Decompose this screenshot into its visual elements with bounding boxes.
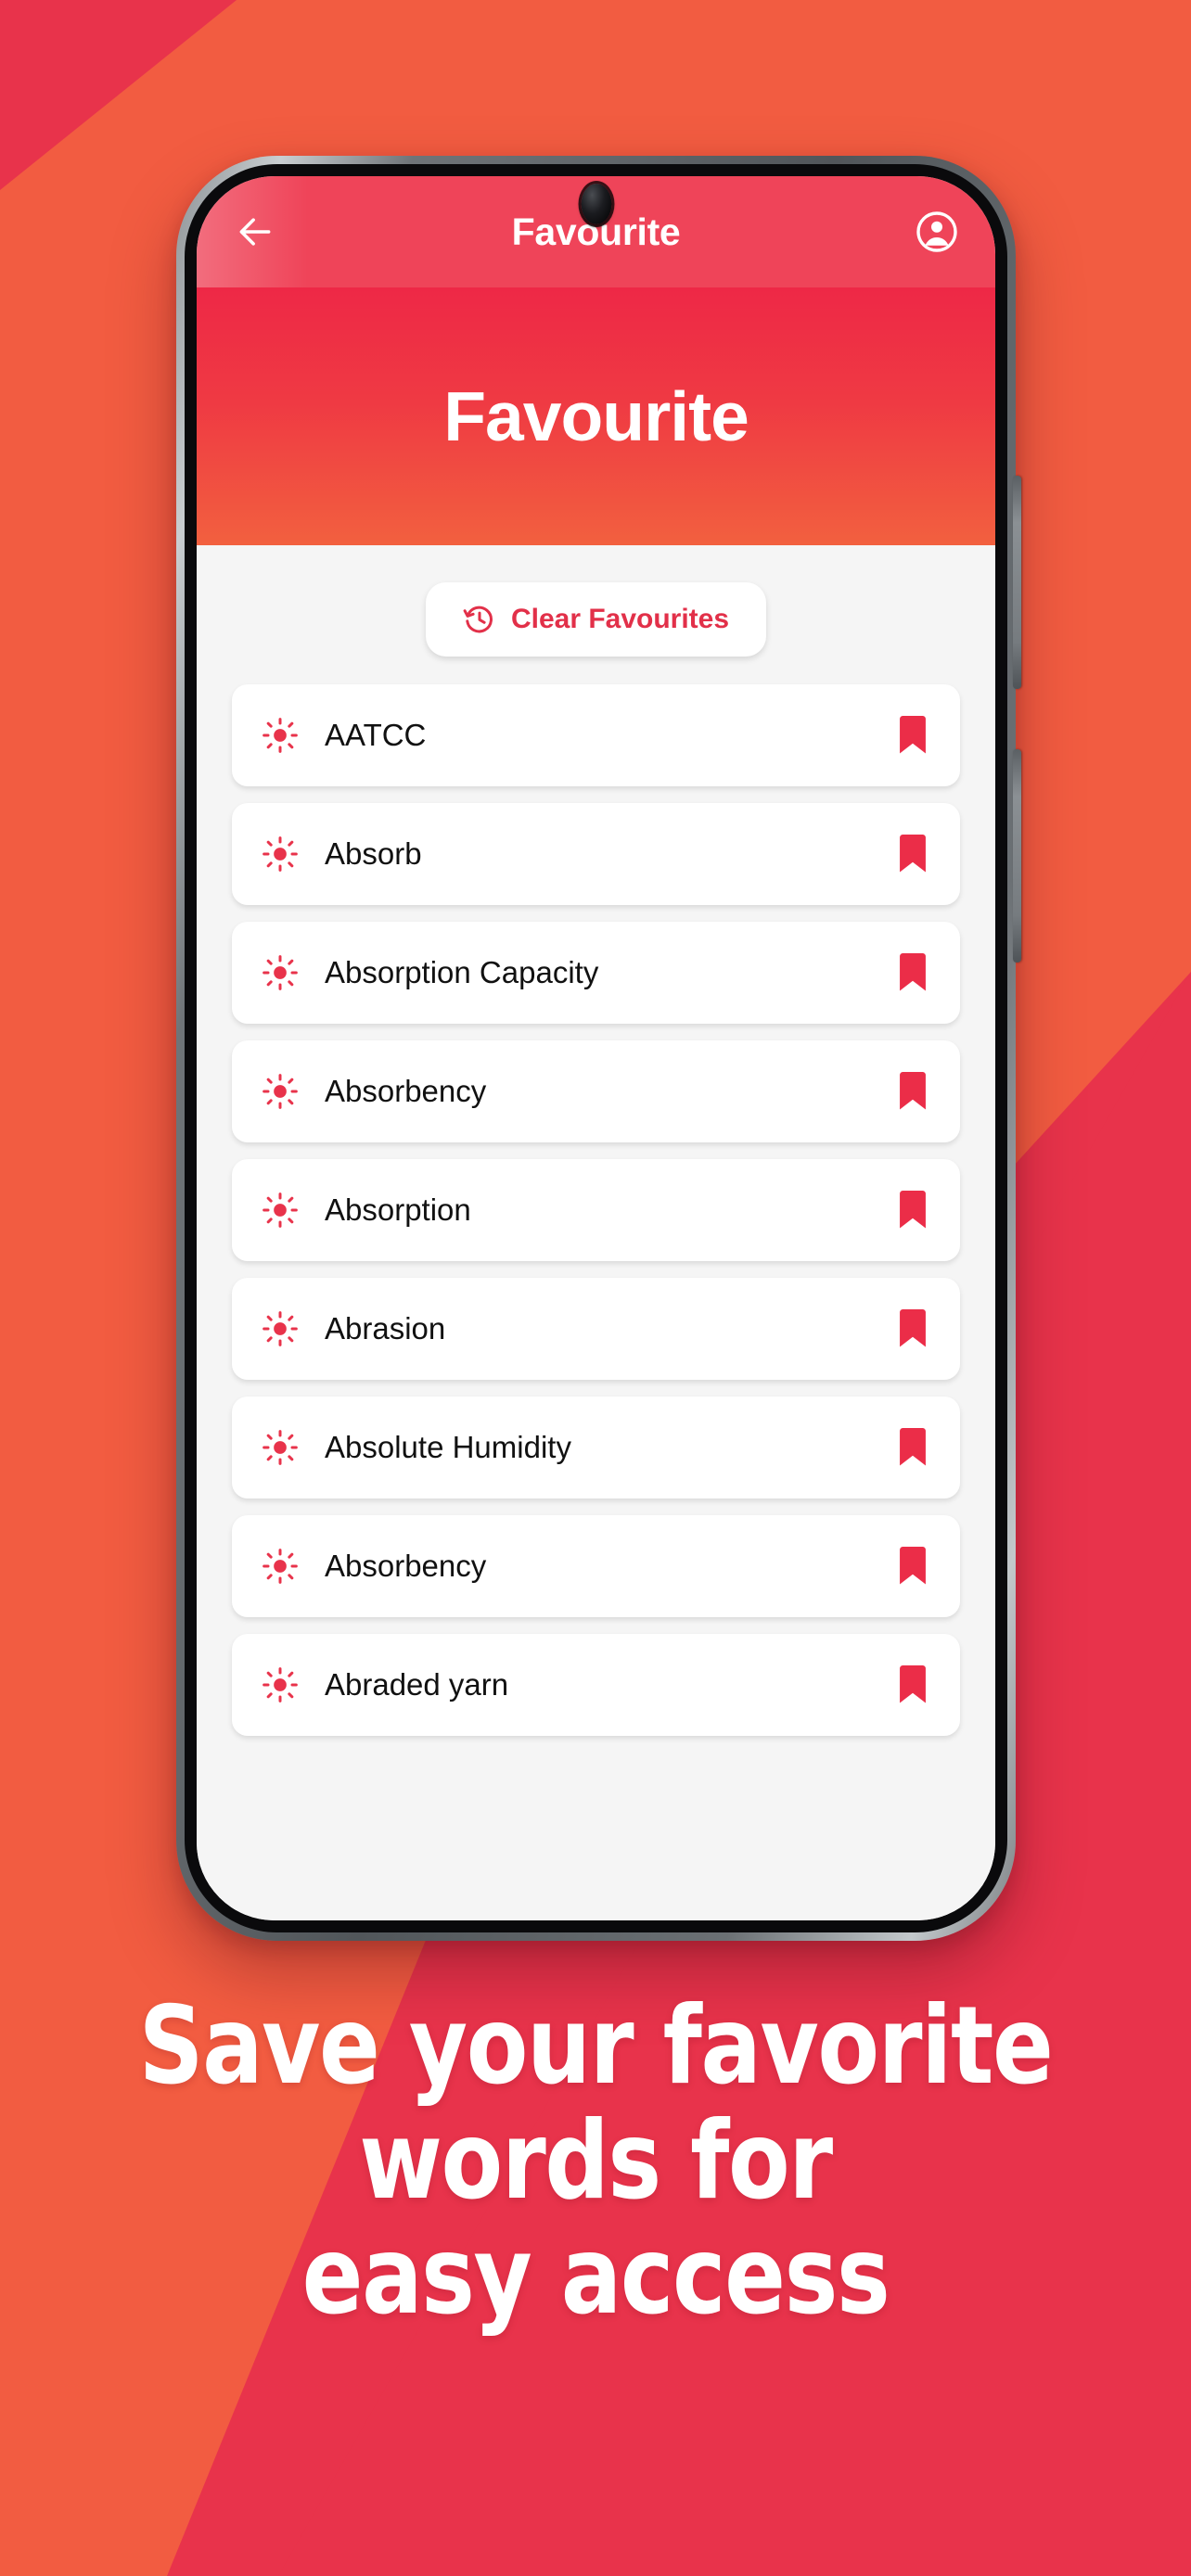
sun-icon <box>262 954 299 991</box>
sun-icon <box>263 836 298 872</box>
sun-icon <box>263 718 298 753</box>
list-item[interactable]: Abrasion <box>232 1278 960 1380</box>
list-item[interactable]: Absorb <box>232 803 960 905</box>
list-item[interactable]: Absolute Humidity <box>232 1396 960 1498</box>
caption-line-1: Save your favorite <box>138 1983 1054 2109</box>
account-button[interactable] <box>910 205 964 259</box>
bookmark-toggle[interactable] <box>895 1664 930 1705</box>
clear-favourites-label: Clear Favourites <box>510 604 730 634</box>
list-item[interactable]: Absorption <box>232 1159 960 1261</box>
list-item-label: Abrasion <box>325 1311 446 1345</box>
sun-icon <box>263 955 298 990</box>
bookmark-filled-icon <box>900 715 926 754</box>
sun-icon <box>263 1549 298 1584</box>
clear-favourites-button[interactable]: Clear Favourites <box>425 582 767 657</box>
sun-icon <box>263 1311 298 1346</box>
sun-icon <box>263 1430 298 1465</box>
bookmark-filled-icon <box>900 1071 926 1110</box>
sun-icon <box>262 1073 299 1110</box>
bookmark-filled-icon <box>900 1190 926 1229</box>
list-item[interactable]: Absorbency <box>232 1515 960 1617</box>
bookmark-toggle[interactable] <box>895 1546 930 1587</box>
front-camera-icon <box>581 184 611 224</box>
bookmark-toggle[interactable] <box>895 1190 930 1231</box>
phone-volume-button[interactable] <box>1013 476 1021 689</box>
sun-icon <box>262 717 299 754</box>
caption-line-2: words for <box>359 2098 833 2225</box>
bookmark-toggle[interactable] <box>895 715 930 756</box>
list-item[interactable]: AATCC <box>232 684 960 786</box>
list-item[interactable]: Abraded yarn <box>232 1634 960 1736</box>
bookmark-toggle[interactable] <box>895 1427 930 1468</box>
list-item-label: Absorbency <box>325 1549 487 1583</box>
list-item[interactable]: Absorbency <box>232 1040 960 1142</box>
bookmark-filled-icon <box>900 1427 926 1466</box>
sun-icon <box>263 1192 298 1228</box>
bookmark-filled-icon <box>900 1664 926 1703</box>
sun-icon <box>263 1074 298 1109</box>
clear-favourites-row: Clear Favourites <box>197 545 995 684</box>
sun-icon <box>262 1192 299 1229</box>
caption-line-3: easy access <box>301 2213 890 2340</box>
list-item-label: Absolute Humidity <box>325 1430 571 1464</box>
sun-icon <box>262 835 299 873</box>
marketing-caption: Save your favorite words for easy access <box>42 1983 1149 2340</box>
list-item-label: Absorb <box>325 836 422 871</box>
sun-icon <box>262 1548 299 1585</box>
bookmark-toggle[interactable] <box>895 952 930 993</box>
page-title: Favourite <box>443 377 749 455</box>
bookmark-filled-icon <box>900 834 926 873</box>
sun-icon <box>262 1310 299 1347</box>
bookmark-filled-icon <box>900 1546 926 1585</box>
list-item-label: Absorbency <box>325 1074 487 1108</box>
phone-mockup: Favourite Favourite Clear Favourites AAT… <box>176 156 1021 1941</box>
arrow-left-icon <box>239 218 271 246</box>
bookmark-filled-icon <box>900 1308 926 1347</box>
list-item[interactable]: Absorption Capacity <box>232 922 960 1024</box>
favourites-list: AATCC Absorb Absorption Capacity Absorbe… <box>197 684 995 1736</box>
bookmark-filled-icon <box>900 952 926 991</box>
account-circle-icon <box>916 211 957 252</box>
list-item-label: Abraded yarn <box>325 1667 509 1702</box>
back-button[interactable] <box>228 205 282 259</box>
phone-power-button[interactable] <box>1013 749 1021 963</box>
list-item-label: Absorption Capacity <box>325 955 599 989</box>
phone-screen: Favourite Favourite Clear Favourites AAT… <box>197 176 995 1920</box>
hero-banner: Favourite <box>197 287 995 545</box>
list-item-label: AATCC <box>325 718 427 752</box>
history-restore-icon <box>463 606 493 633</box>
sun-icon <box>262 1666 299 1703</box>
sun-icon <box>263 1667 298 1702</box>
bookmark-toggle[interactable] <box>895 1308 930 1349</box>
bookmark-toggle[interactable] <box>895 1071 930 1112</box>
content-area: Clear Favourites AATCC Absorb Absorption… <box>197 545 995 1920</box>
list-item-label: Absorption <box>325 1192 471 1227</box>
bookmark-toggle[interactable] <box>895 834 930 874</box>
sun-icon <box>262 1429 299 1466</box>
